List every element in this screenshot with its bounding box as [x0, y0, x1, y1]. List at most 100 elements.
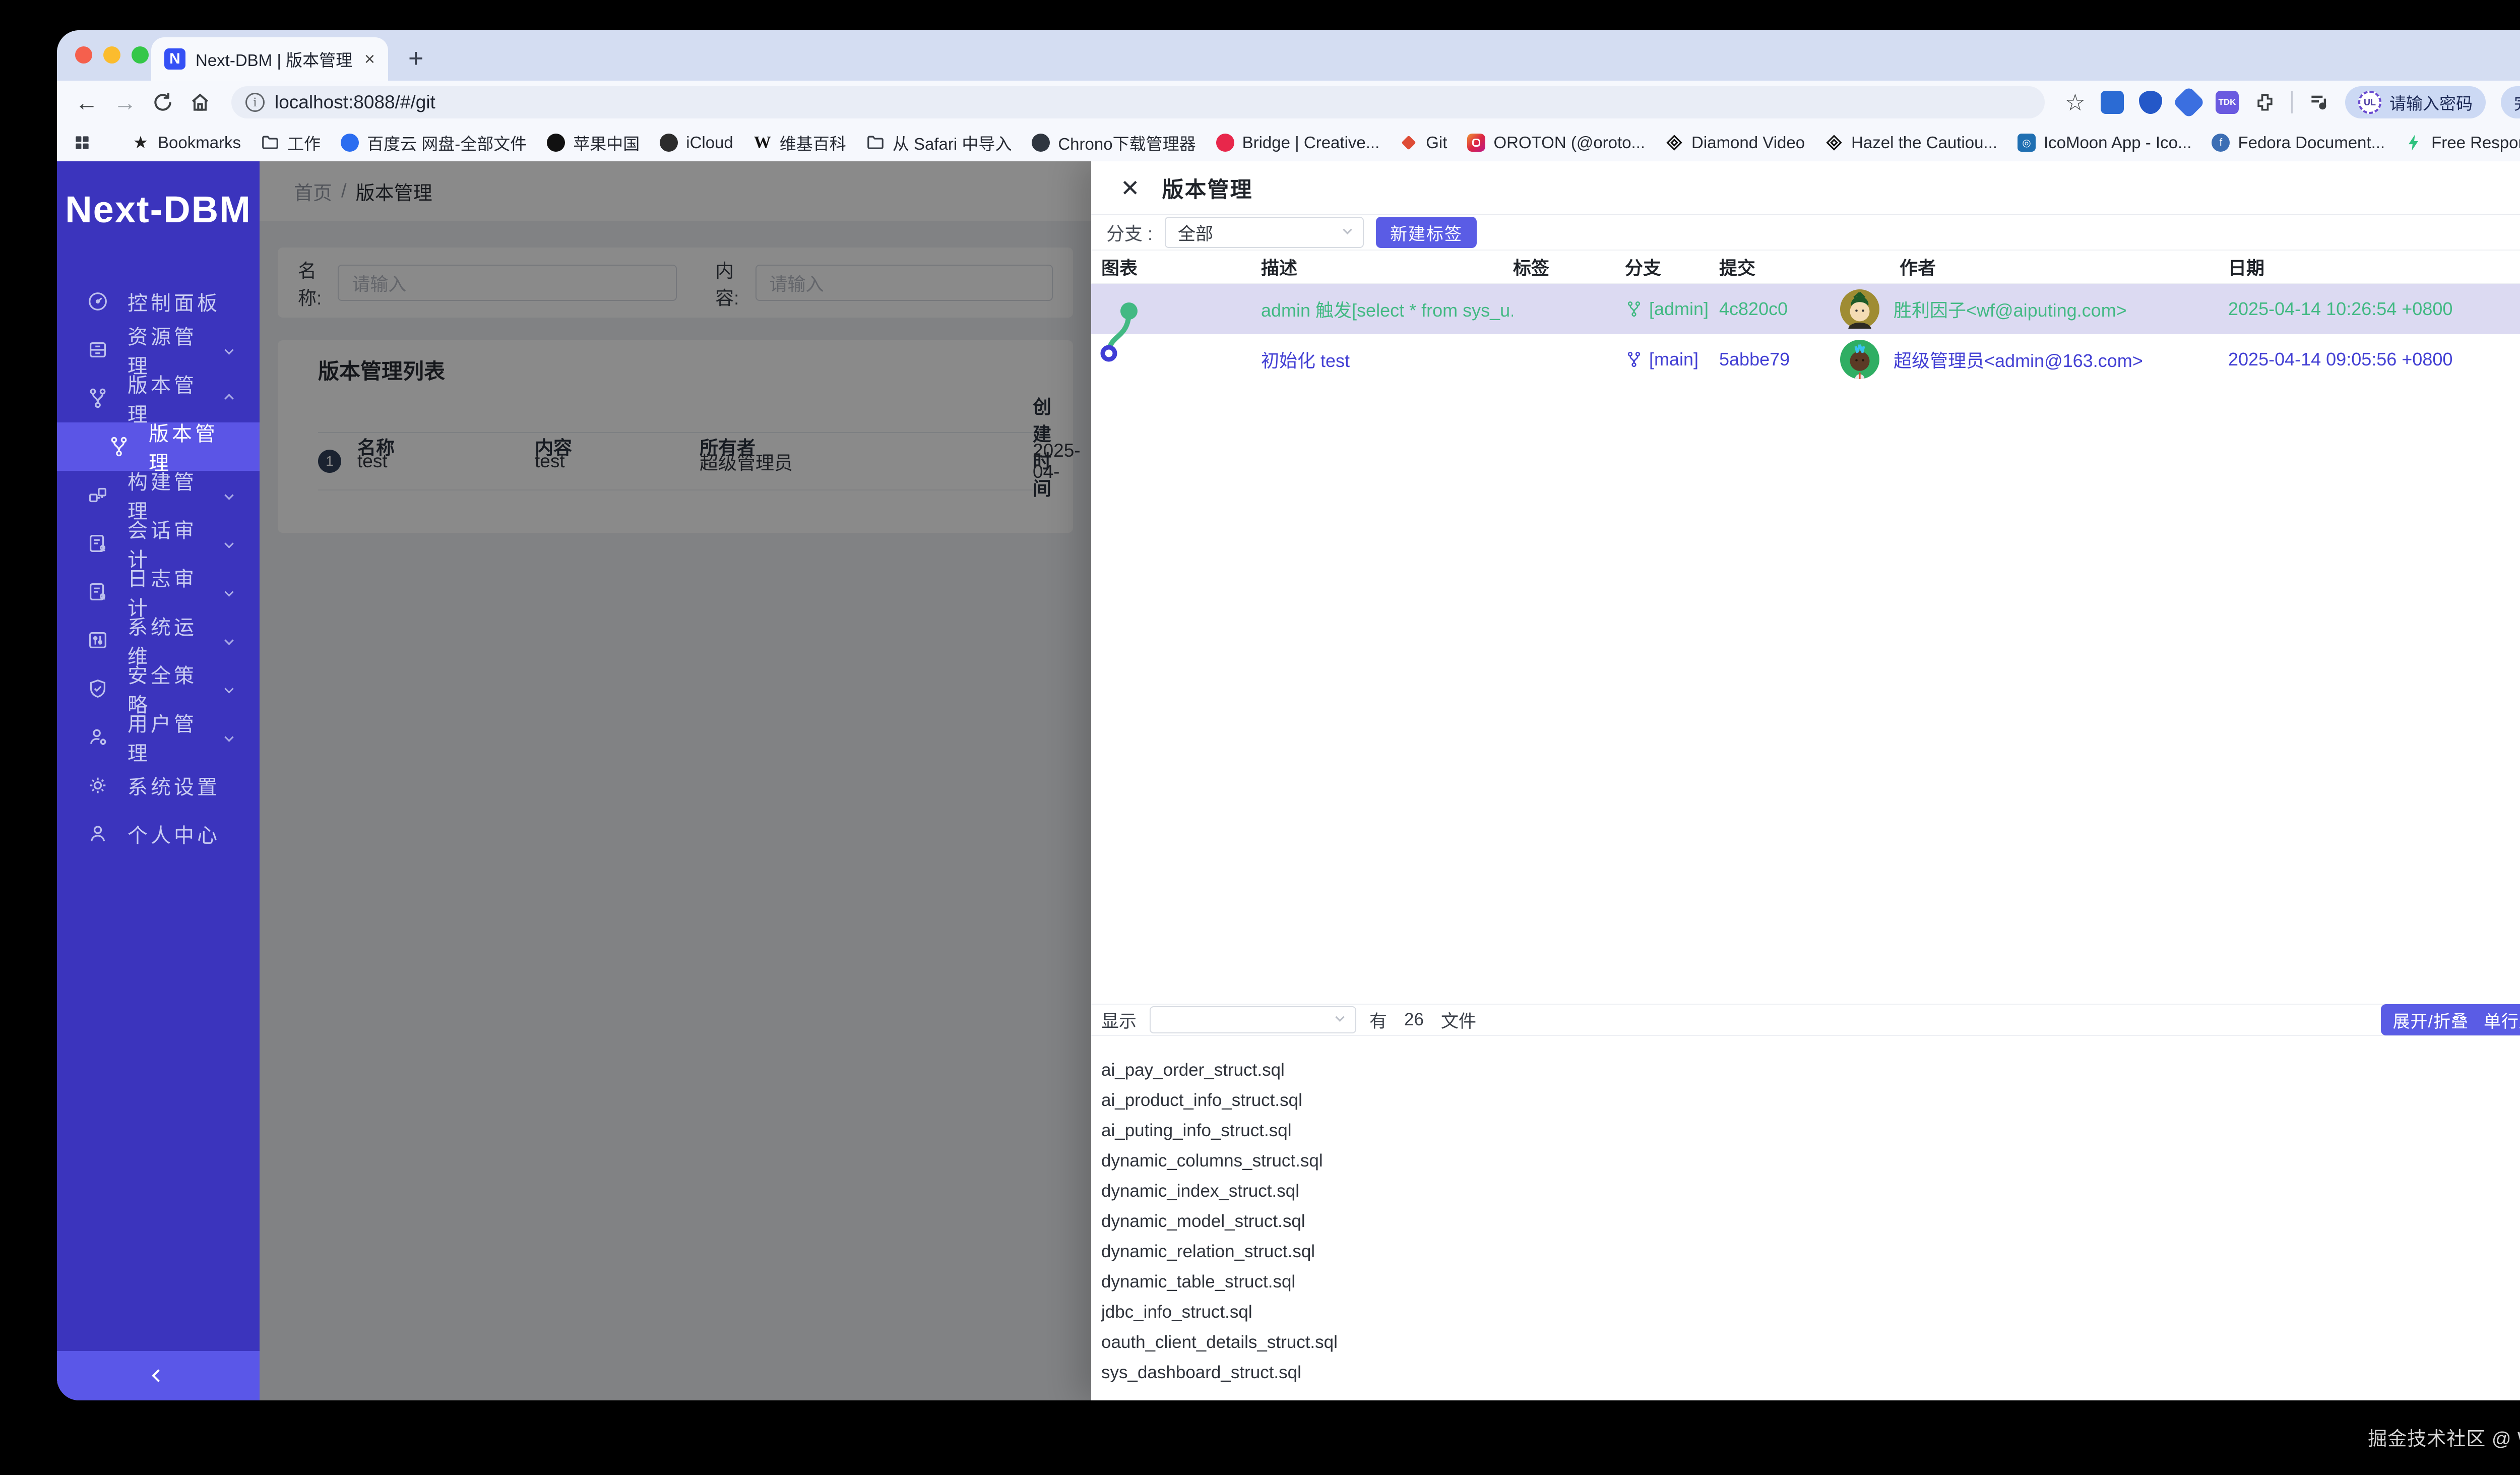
file-name: oauth_client_details_struct.sql — [1101, 1332, 1338, 1353]
file-row[interactable]: dynamic_relation_struct.sql — [1091, 1237, 2520, 1267]
file-row[interactable]: oauth_client_details_struct.sql — [1091, 1327, 2520, 1358]
commit-hash[interactable]: 4c820c0 — [1719, 298, 1840, 320]
commit-row[interactable]: 初始化 test [main] 5abbe79 超级管理员<admin@163.… — [1091, 334, 2520, 385]
modal-dim-overlay[interactable] — [260, 161, 1091, 1400]
bookmarks-list: ★ Bookmarks 工作 百度云 网盘-全部文件 苹果中国 iCloud W… — [131, 131, 2520, 155]
sidebar-item-用户管理[interactable]: 用户管理 — [57, 713, 260, 761]
file-row[interactable]: sys_dashboard_struct.sql — [1091, 1358, 2520, 1388]
new-tag-button[interactable]: 新建标签 — [1376, 217, 1477, 248]
browser-tab[interactable]: N Next-DBM | 版本管理 × — [151, 37, 388, 81]
bookmark-item[interactable]: iCloud — [659, 133, 733, 153]
author-name: 胜利因子<wf@aiputing.com> — [1894, 296, 2127, 322]
bookmark-label: Git — [1426, 133, 1447, 152]
sidebar-item-会话审计[interactable]: 会话审计 — [57, 519, 260, 568]
extensions-puzzle-icon[interactable] — [2254, 91, 2276, 113]
file-name: dynamic_relation_struct.sql — [1101, 1242, 1315, 1262]
file-row[interactable]: ai_product_info_struct.sql — [1091, 1085, 2520, 1116]
apps-grid-icon[interactable] — [72, 133, 92, 153]
sidebar-collapse-button[interactable] — [57, 1351, 260, 1400]
commit-description[interactable]: admin 触发[select * from sys_u... — [1261, 296, 1513, 322]
tdk-extension-icon[interactable]: TDK — [2216, 91, 2239, 114]
sidebar-item-安全策略[interactable]: 安全策略 — [57, 664, 260, 713]
file-row[interactable]: ai_puting_info_struct.sql — [1091, 1116, 2520, 1146]
address-bar[interactable]: i localhost:8088/#/git — [231, 86, 2045, 118]
sidebar-item-sub-版本管理[interactable]: 版本管理 — [57, 422, 260, 471]
file-row[interactable]: jdbc_info_struct.sql — [1091, 1297, 2520, 1327]
forward-button[interactable]: → — [113, 91, 137, 114]
bookmark-item[interactable]: 苹果中国 — [546, 131, 640, 155]
bookmark-item[interactable]: 工作 — [260, 131, 321, 155]
sidebar-item-控制面板[interactable]: 控制面板 — [57, 277, 260, 326]
sidebar-item-资源管理[interactable]: 资源管理 — [57, 326, 260, 374]
media-playlist-icon[interactable] — [2308, 91, 2330, 113]
branch-select[interactable]: 全部 — [1165, 217, 1364, 248]
single-line-button[interactable]: 单行显示 — [2484, 1008, 2520, 1032]
show-label: 显示 — [1101, 1007, 1137, 1033]
site-info-icon[interactable]: i — [245, 93, 265, 112]
update-pill-label: 完成更新 — [2514, 90, 2520, 114]
file-row[interactable]: dynamic_columns_struct.sql — [1091, 1146, 2520, 1176]
browser-window: N Next-DBM | 版本管理 × + ← → i localhost:80… — [57, 30, 2520, 1400]
sidebar-item-icon — [86, 532, 109, 555]
shield-extension-icon[interactable] — [2139, 91, 2162, 114]
sidebar-item-系统运维[interactable]: 系统运维 — [57, 616, 260, 664]
bookmark-item[interactable]: W 维基百科 — [752, 131, 846, 155]
commit-row[interactable]: admin 触发[select * from sys_u... [admin] … — [1091, 284, 2520, 334]
update-pill[interactable]: 完成更新 ⋮ — [2501, 86, 2520, 118]
notebook-extension-icon[interactable] — [2101, 91, 2124, 114]
bookmark-item[interactable]: 从 Safari 中导入 — [865, 131, 1012, 155]
bookmark-item[interactable]: Diamond Video — [1664, 133, 1805, 153]
sidebar-item-日志审计[interactable]: 日志审计 — [57, 568, 260, 616]
bookmark-label: Chrono下载管理器 — [1058, 131, 1195, 155]
expand-collapse-button[interactable]: 展开/折叠 — [2393, 1008, 2469, 1032]
branch-label: 分支 : — [1106, 219, 1153, 245]
commit-description[interactable]: 初始化 test — [1261, 346, 1513, 373]
minimize-window-button[interactable] — [103, 46, 120, 64]
sidebar-item-系统设置[interactable]: 系统设置 — [57, 761, 260, 810]
sidebar-item-icon — [86, 580, 109, 603]
file-row[interactable]: dynamic_model_struct.sql — [1091, 1206, 2520, 1237]
tab-close-icon[interactable]: × — [364, 50, 375, 68]
file-filter-select[interactable] — [1150, 1006, 1356, 1033]
sidebar-item-icon — [86, 822, 109, 845]
file-row[interactable]: dynamic_table_struct.sql — [1091, 1267, 2520, 1297]
drawer-title: 版本管理 — [1162, 172, 1253, 204]
bookmark-favicon — [546, 133, 566, 153]
bookmark-star-icon[interactable]: ☆ — [2065, 91, 2086, 114]
home-button[interactable] — [189, 91, 211, 113]
tag-extension-icon[interactable] — [2172, 86, 2205, 118]
new-tab-button[interactable]: + — [408, 45, 423, 72]
back-button[interactable]: ← — [75, 91, 98, 114]
profile-pill[interactable]: UL 请输入密码 — [2345, 86, 2486, 118]
bookmark-item[interactable]: ◎ IcoMoon App - Ico... — [2017, 133, 2192, 153]
zoom-window-button[interactable] — [132, 46, 149, 64]
bookmark-item[interactable]: f Fedora Document... — [2211, 133, 2385, 153]
bookmark-item[interactable]: Hazel the Cautiou... — [1824, 133, 1997, 153]
sidebar-item-构建管理[interactable]: 构建管理 — [57, 471, 260, 519]
bookmark-item[interactable]: Bridge | Creative... — [1215, 133, 1380, 153]
file-row[interactable]: dynamic_index_struct.sql — [1091, 1176, 2520, 1206]
bookmark-item[interactable]: ★ Bookmarks — [131, 133, 241, 153]
bookmark-item[interactable]: OROTON (@oroto... — [1466, 133, 1645, 153]
bookmark-item[interactable]: 百度云 网盘-全部文件 — [340, 131, 527, 155]
commit-branch: [admin] — [1625, 298, 1719, 320]
reload-button[interactable] — [152, 91, 174, 113]
count-prefix: 有 — [1369, 1007, 1387, 1033]
window-controls[interactable] — [75, 46, 149, 64]
commit-author: 胜利因子<wf@aiputing.com> — [1840, 289, 2228, 329]
sidebar-item-版本管理[interactable]: 版本管理 — [57, 374, 260, 422]
close-window-button[interactable] — [75, 46, 92, 64]
close-icon[interactable]: ✕ — [1120, 176, 1140, 200]
file-view-buttons: 展开/折叠 单行显示 对比 — [2381, 1004, 2520, 1035]
bookmark-item[interactable]: Chrono下载管理器 — [1031, 131, 1195, 155]
bookmark-label: 苹果中国 — [573, 131, 640, 155]
bookmark-label: Fedora Document... — [2238, 133, 2385, 152]
sidebar-item-个人中心[interactable]: 个人中心 — [57, 810, 260, 858]
avatar — [1840, 289, 1879, 329]
bookmark-item[interactable]: Free Responsive H... — [2404, 133, 2520, 153]
chevron-down-icon — [1343, 225, 1352, 234]
file-row[interactable]: ai_pay_order_struct.sql — [1091, 1055, 2520, 1085]
file-name: ai_product_info_struct.sql — [1101, 1090, 1302, 1111]
bookmark-item[interactable]: Git — [1399, 133, 1447, 153]
commit-hash[interactable]: 5abbe79 — [1719, 349, 1840, 370]
